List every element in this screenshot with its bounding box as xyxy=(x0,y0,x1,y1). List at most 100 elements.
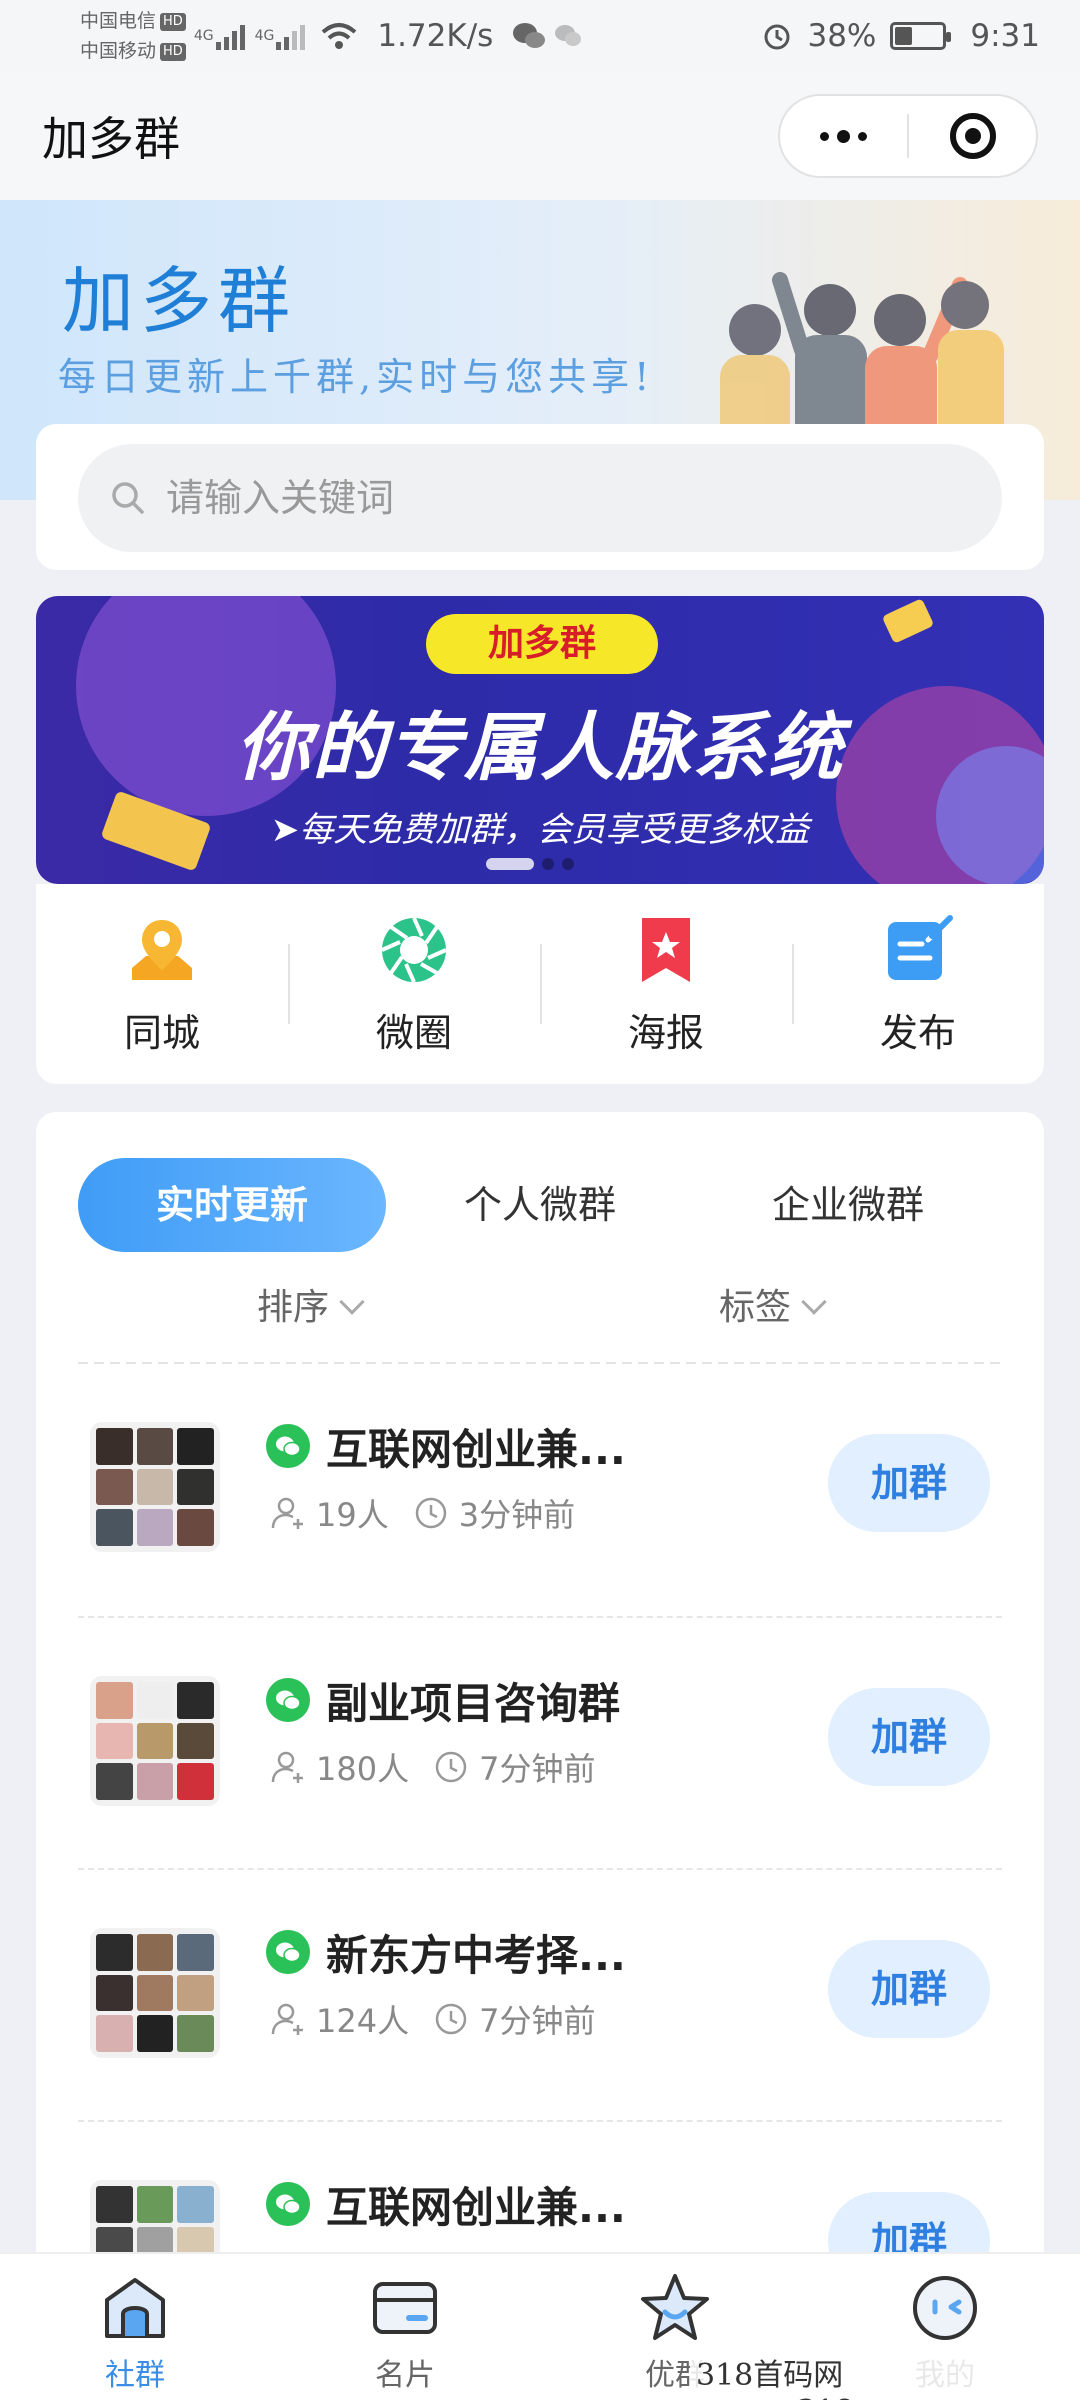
group-avatar xyxy=(90,1422,220,1552)
carrier-1: 中国电信 xyxy=(80,10,157,32)
tabbar-item-community[interactable]: 社群 xyxy=(0,2254,270,2400)
hd-badge: HD xyxy=(160,12,186,31)
list-item[interactable]: 新东方中考择... 124人 7分钟前 加群 xyxy=(78,1868,1002,2120)
card-icon xyxy=(373,2282,437,2334)
tag-dropdown[interactable]: 标签 xyxy=(540,1278,1002,1338)
aperture-icon xyxy=(381,916,447,983)
tab-personal[interactable]: 个人微群 xyxy=(386,1158,694,1252)
clock-icon xyxy=(411,1493,451,1533)
filter-bar: 排序 标签 xyxy=(36,1278,1044,1338)
sort-dropdown[interactable]: 排序 xyxy=(78,1278,540,1338)
category-tabs: 实时更新 个人微群 企业微群 xyxy=(36,1112,1044,1252)
quick-nav: 同城 微圈 海报 发布 xyxy=(36,884,1044,1084)
carousel-dot[interactable] xyxy=(562,858,574,870)
close-button[interactable] xyxy=(909,96,1036,176)
location-icon xyxy=(132,919,192,980)
quick-nav-tongcheng[interactable]: 同城 xyxy=(36,884,288,1084)
search-card xyxy=(36,424,1044,570)
chevron-down-icon xyxy=(339,1289,365,1315)
mini-program-capsule xyxy=(778,94,1038,178)
quick-nav-weiquan[interactable]: 微圈 xyxy=(288,884,540,1084)
tabbar-label: 社群 xyxy=(105,2358,165,2393)
member-count: 124人 xyxy=(316,2002,410,2040)
group-name: 副业项目咨询群 xyxy=(326,1679,621,1728)
face-icon xyxy=(913,2276,977,2340)
banner-tag: 加多群 xyxy=(426,614,658,674)
join-group-button[interactable]: 加群 xyxy=(828,1434,990,1532)
target-icon xyxy=(949,113,996,159)
tag-label: 标签 xyxy=(718,1287,791,1328)
wechat-icon xyxy=(266,1424,310,1468)
update-time: 3分钟前 xyxy=(458,1496,576,1534)
search-icon xyxy=(112,482,144,514)
hero-subtitle: 每日更新上千群,实时与您共享! xyxy=(58,355,655,399)
network-speed: 1.72K/s xyxy=(377,18,494,54)
list-item[interactable]: 副业项目咨询群 180人 7分钟前 加群 xyxy=(78,1616,1002,1868)
members-icon xyxy=(268,1493,308,1533)
wechat-icon xyxy=(266,1930,310,1974)
status-bar: 中国电信 HD 中国移动 HD 4G 4G 1.72K/s 38% 9:31 xyxy=(0,0,1080,72)
search-bar[interactable] xyxy=(78,444,1002,552)
members-icon xyxy=(268,1747,308,1787)
quick-nav-label: 海报 xyxy=(627,1010,704,1055)
join-group-button[interactable]: 加群 xyxy=(828,2192,990,2252)
hero-title: 加多群 xyxy=(62,259,297,343)
wechat-icon xyxy=(513,23,546,48)
group-avatar xyxy=(90,1676,220,1806)
signal-icon xyxy=(276,22,306,50)
more-button[interactable] xyxy=(780,96,907,176)
network-type-1: 4G xyxy=(193,28,214,44)
tabbar-label: 名片 xyxy=(375,2358,435,2393)
join-group-button[interactable]: 加群 xyxy=(828,1688,990,1786)
network-type-2: 4G xyxy=(254,28,275,44)
quick-nav-label: 同城 xyxy=(123,1010,200,1055)
battery-percent: 38% xyxy=(807,18,877,54)
poster-icon xyxy=(642,917,690,982)
list-item[interactable]: 互联网创业兼... 加群 xyxy=(78,2120,1002,2252)
group-name: 新东方中考择... xyxy=(326,1931,626,1980)
clock-icon xyxy=(431,1747,471,1787)
tabbar-item-card[interactable]: 名片 xyxy=(270,2254,540,2400)
group-name: 互联网创业兼... xyxy=(326,2183,626,2232)
battery-icon xyxy=(890,22,952,50)
banner-subline: ➤每天免费加群，会员享受更多权益 xyxy=(270,810,810,850)
sort-label: 排序 xyxy=(256,1287,329,1328)
wechat-icon xyxy=(266,1678,310,1722)
search-input[interactable] xyxy=(166,476,966,520)
member-count: 19人 xyxy=(316,1496,389,1534)
edit-icon xyxy=(888,914,953,980)
members-icon xyxy=(268,1999,308,2039)
join-group-button[interactable]: 加群 xyxy=(828,1940,990,2038)
carousel-dot[interactable] xyxy=(486,858,534,870)
member-count: 180人 xyxy=(316,1750,410,1788)
clock: 9:31 xyxy=(970,18,1040,54)
tab-realtime[interactable]: 实时更新 xyxy=(78,1158,386,1252)
promo-banner[interactable]: 加多群 你的专属人脉系统 ➤每天免费加群，会员享受更多权益 xyxy=(36,596,1044,884)
wechat-icon xyxy=(555,25,582,46)
navigation-bar: 加多群 xyxy=(0,72,1080,200)
star-icon xyxy=(641,2274,709,2340)
carousel-dot[interactable] xyxy=(542,858,554,870)
chevron-down-icon xyxy=(801,1289,827,1315)
home-icon xyxy=(105,2278,165,2338)
signal-icon xyxy=(215,22,245,50)
tab-enterprise[interactable]: 企业微群 xyxy=(694,1158,1002,1252)
quick-nav-fabu[interactable]: 发布 xyxy=(792,884,1044,1084)
quick-nav-haibao[interactable]: 海报 xyxy=(540,884,792,1084)
page-title: 加多群 xyxy=(42,112,180,166)
clock-icon xyxy=(431,1999,471,2039)
coupon-decoration xyxy=(881,598,935,644)
group-name: 互联网创业兼... xyxy=(326,1425,626,1474)
list-item[interactable]: 互联网创业兼... 19人 3分钟前 加群 xyxy=(78,1364,1002,1616)
quick-nav-label: 微圈 xyxy=(375,1010,452,1055)
update-time: 7分钟前 xyxy=(479,2002,596,2040)
more-dots-icon xyxy=(820,129,867,143)
wechat-icon xyxy=(266,2182,310,2226)
group-meta: 19人 3分钟前 xyxy=(268,1490,575,1536)
group-list-card: 实时更新 个人微群 企业微群 排序 标签 互联网创业兼... 19人 3分钟前 … xyxy=(36,1112,1044,2252)
group-avatar xyxy=(90,1928,220,2058)
group-avatar xyxy=(90,2180,220,2252)
quick-nav-label: 发布 xyxy=(879,1010,956,1055)
group-meta: 124人 7分钟前 xyxy=(268,1996,595,2042)
alarm-icon xyxy=(764,24,790,50)
